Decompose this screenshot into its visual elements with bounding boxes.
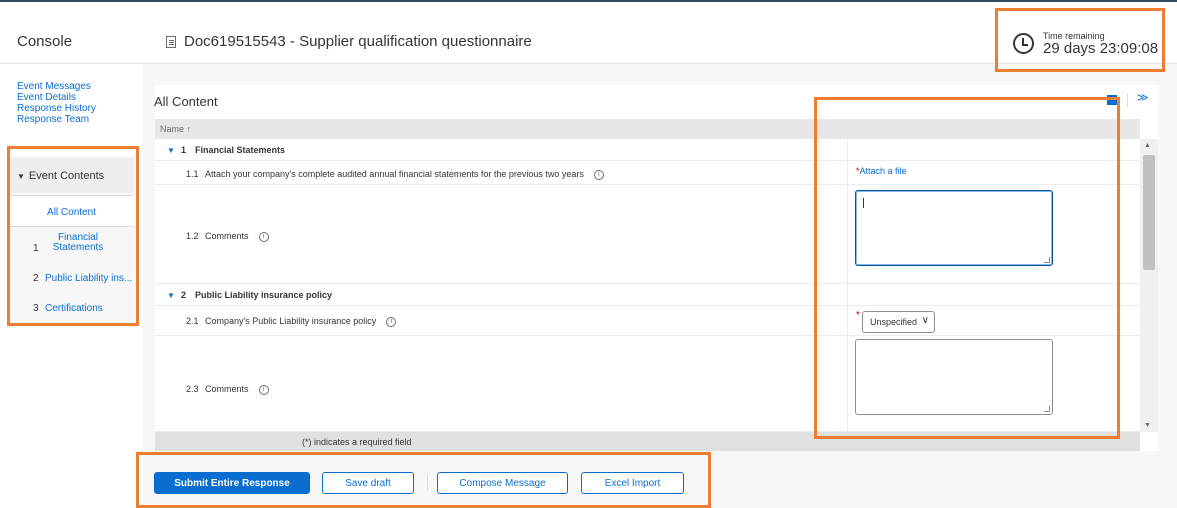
- row-label-text: Attach your company's complete audited a…: [205, 169, 584, 179]
- row-label: Comments i: [205, 231, 269, 242]
- section-number: 1: [181, 145, 187, 155]
- info-icon[interactable]: i: [593, 169, 604, 180]
- nav-link-response-team[interactable]: Response Team: [17, 114, 89, 125]
- nav-link-event-details[interactable]: Event Details: [17, 92, 76, 103]
- vertical-scrollbar[interactable]: ▲ ▼: [1140, 139, 1158, 432]
- section-number: 2: [181, 290, 187, 300]
- highlight-response-column: [814, 97, 1120, 439]
- row-label-text: Comments: [205, 231, 249, 241]
- highlight-time-remaining: [995, 8, 1165, 72]
- row-label: Company's Public Liability insurance pol…: [205, 316, 397, 327]
- highlight-event-contents: [7, 146, 139, 326]
- row-label: Attach your company's complete audited a…: [205, 169, 604, 180]
- nav-link-response-history[interactable]: Response History: [17, 103, 96, 114]
- column-name-header[interactable]: Name ↑: [160, 124, 191, 134]
- info-icon[interactable]: i: [386, 316, 397, 327]
- toolbar-divider: [1127, 93, 1128, 107]
- row-label-text: Comments: [205, 384, 249, 394]
- all-content-title: All Content: [154, 94, 218, 109]
- row-number: 2.1: [186, 316, 199, 326]
- row-label-text: Company's Public Liability insurance pol…: [205, 316, 377, 326]
- row-number: 1.1: [186, 169, 199, 179]
- console-title: Console: [17, 33, 73, 50]
- document-title: Doc619515543 - Supplier qualification qu…: [184, 33, 532, 50]
- row-number: 1.2: [186, 231, 199, 241]
- document-icon: [166, 36, 176, 48]
- section-caret-icon[interactable]: ▼: [167, 146, 175, 155]
- row-number: 2.3: [186, 384, 199, 394]
- info-icon[interactable]: i: [258, 231, 269, 242]
- scroll-thumb[interactable]: [1143, 155, 1155, 270]
- highlight-action-buttons: [136, 452, 711, 508]
- required-note: (*) indicates a required field: [302, 437, 412, 447]
- info-icon[interactable]: i: [258, 384, 269, 395]
- section-title: Financial Statements: [195, 145, 286, 155]
- scroll-down-icon[interactable]: ▼: [1144, 422, 1151, 429]
- section-title: Public Liability insurance policy: [195, 290, 333, 300]
- scroll-up-icon[interactable]: ▲: [1144, 142, 1151, 149]
- nav-link-event-messages[interactable]: Event Messages: [17, 81, 91, 92]
- expand-all-icon[interactable]: ≫: [1137, 92, 1149, 104]
- section-caret-icon[interactable]: ▼: [167, 291, 175, 300]
- row-label: Comments i: [205, 384, 269, 395]
